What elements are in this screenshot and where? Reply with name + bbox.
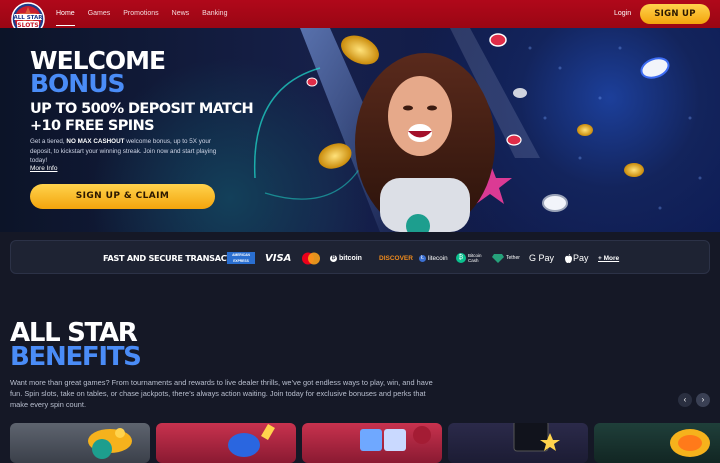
payment-methods-bar: FAST AND SECURE TRANSACTIONS AMERICAN EX…: [10, 240, 710, 274]
login-link[interactable]: Login: [614, 0, 631, 28]
coin-pot-icon: [88, 428, 132, 459]
carousel-prev-button[interactable]: ‹: [678, 393, 692, 407]
bitcoin-cash-icon: ₿ Bitcoin Cash: [456, 241, 482, 275]
more-payments-link[interactable]: + More: [598, 241, 619, 275]
benefits-description: Want more than great games? From tournam…: [10, 378, 433, 409]
bitcoin-label: bitcoin: [339, 254, 362, 262]
bitcoin-glyph: ₿: [330, 254, 337, 262]
litecoin-icon: Ł litecoin: [419, 241, 448, 275]
top-header: ALL STAR SLOTS Home Games Promotions New…: [0, 0, 720, 36]
mastercard-icon: [301, 241, 321, 275]
flame-coin-icon: [670, 429, 710, 457]
hero-description-bold: NO MAX CASHOUT: [66, 138, 125, 145]
bitcoin-cash-glyph: ₿: [456, 253, 466, 263]
amex-icon: AMERICAN EXPRESS: [227, 241, 255, 275]
bitcoin-icon: ₿ bitcoin: [330, 241, 362, 275]
litecoin-glyph: Ł: [419, 254, 426, 262]
main-nav: Home Games Promotions News Banking: [56, 0, 227, 28]
amex-label: AMERICAN EXPRESS: [227, 252, 255, 264]
nav-news[interactable]: News: [172, 0, 190, 28]
bitcoin-cash-text: Bitcoin Cash: [468, 253, 482, 263]
benefit-card-1[interactable]: [10, 423, 150, 463]
discover-icon: DISCOVER: [379, 241, 413, 275]
hero-description-pre: Get a tiered,: [30, 138, 67, 145]
hero-subtitle-line2: +10 FREE SPINS: [30, 118, 155, 134]
hero-description: Get a tiered, NO MAX CASHOUT welcome bon…: [30, 137, 225, 166]
more-payments-label[interactable]: + More: [598, 255, 619, 262]
signup-button[interactable]: SIGN UP: [640, 4, 710, 24]
live-dealer-icon: [513, 423, 560, 452]
tether-label: Tether: [506, 255, 520, 261]
signup-claim-button[interactable]: SIGN UP & CLAIM: [30, 184, 215, 209]
trophy-icon: [360, 426, 431, 451]
google-pay-icon: G Pay: [529, 241, 554, 275]
nav-games[interactable]: Games: [88, 0, 111, 28]
hero-subtitle-line1: UP TO 500% DEPOSIT MATCH: [30, 101, 254, 117]
discover-label: DISCOVER: [379, 254, 413, 262]
benefits-title-line2: BENEFITS: [10, 342, 142, 372]
hero-title-line2: BONUS: [30, 69, 126, 98]
visa-icon: VISA: [265, 241, 291, 275]
apple-pay-icon: Pay: [565, 241, 589, 275]
benefit-card-5[interactable]: [594, 423, 720, 463]
nav-promotions[interactable]: Promotions: [123, 0, 158, 28]
carousel-next-button[interactable]: ›: [696, 393, 710, 407]
bitcoin-cash-label-2: Cash: [468, 258, 479, 263]
google-pay-label: G Pay: [529, 253, 555, 263]
benefit-card-4[interactable]: [448, 423, 588, 463]
visa-label: VISA: [265, 252, 292, 264]
rocket-icon: [228, 423, 275, 457]
nav-banking[interactable]: Banking: [202, 0, 227, 28]
welcome-bonus-banner: WELCOME BONUS UP TO 500% DEPOSIT MATCH +…: [0, 28, 720, 232]
litecoin-label: litecoin: [428, 254, 448, 262]
apple-pay-label: Pay: [573, 253, 589, 263]
tether-icon: Tether: [492, 241, 520, 275]
more-info-link[interactable]: More Info: [30, 165, 57, 172]
benefit-card-2[interactable]: [156, 423, 296, 463]
benefit-card-3[interactable]: [302, 423, 442, 463]
svg-text:ALL STAR: ALL STAR: [14, 15, 44, 21]
nav-home[interactable]: Home: [56, 0, 75, 28]
